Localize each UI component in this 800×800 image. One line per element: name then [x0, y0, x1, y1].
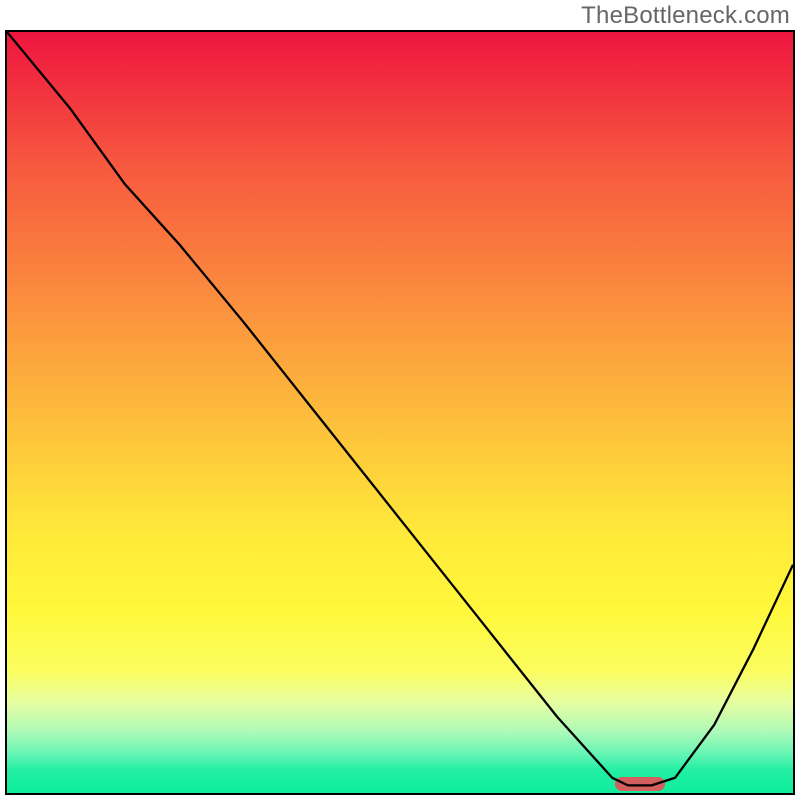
- bottleneck-curve-line: [7, 32, 793, 793]
- chart-container: TheBottleneck.com: [0, 0, 800, 800]
- watermark-text: TheBottleneck.com: [581, 2, 790, 30]
- plot-area: [5, 30, 795, 795]
